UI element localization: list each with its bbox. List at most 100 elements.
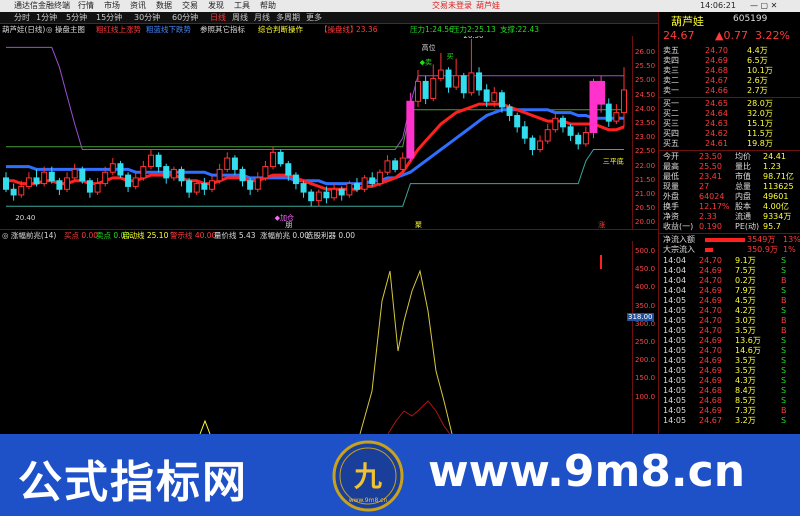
menu-item-5[interactable]: 发现	[208, 0, 224, 12]
indicator-chart[interactable]	[0, 241, 658, 434]
tick-price: 24.70	[699, 276, 722, 285]
period-tab-3[interactable]: 15分钟	[96, 12, 122, 24]
divider	[659, 233, 800, 234]
stat-value: 23.41	[699, 172, 722, 181]
legend-item-3: 粗蓝线下跌势	[146, 25, 191, 34]
tick-price: 24.70	[699, 256, 722, 265]
quote-row: 14:05 24.69 13.6万 S	[659, 336, 800, 346]
high-label: 26.50	[463, 36, 483, 40]
clock: 14:06:21	[700, 1, 736, 10]
menu-item-7[interactable]: 帮助	[260, 0, 276, 12]
red-indicator-line	[387, 400, 451, 434]
window-controls[interactable]: — ▢ ✕	[750, 0, 777, 12]
login-status[interactable]: 交易未登录	[432, 0, 472, 12]
period-tab-0[interactable]: 分时	[14, 12, 30, 24]
period-tab-1[interactable]: 1分钟	[36, 12, 57, 24]
period-tab-9[interactable]: 多周期	[276, 12, 300, 24]
price-change: ▲0.77	[715, 29, 748, 42]
quote-row: 14:05 24.70 14.6万 S	[659, 346, 800, 356]
menu-item-1[interactable]: 市场	[104, 0, 120, 12]
candle	[529, 135, 536, 156]
candle	[64, 172, 71, 193]
candle	[247, 177, 254, 195]
candle	[582, 126, 589, 147]
quote-row: 最低 23.41 市值 98.71亿	[659, 172, 800, 182]
quote-row: 14:04 24.70 0.2万 B	[659, 276, 800, 286]
stat-label: 总量	[735, 182, 751, 191]
candle	[178, 166, 185, 187]
ask-volume: 2.7万	[747, 86, 768, 95]
period-tab-4[interactable]: 30分钟	[134, 12, 160, 24]
tick-volume: 4.3万	[735, 376, 756, 385]
yellow-indicator-left	[199, 419, 211, 434]
tick-direction: B	[781, 406, 787, 415]
tick-price: 24.68	[699, 396, 722, 405]
candle	[79, 166, 86, 184]
tick-price: 24.67	[699, 416, 722, 425]
bottom-marker-0: 朋	[285, 221, 292, 229]
legend-item-5: 综合判断操作	[258, 25, 303, 34]
bid-volume: 19.8万	[747, 139, 773, 148]
kline-chart[interactable]: 26.5020.40高位◆卖买◆加仓三平底朋聚涨	[0, 36, 658, 229]
price-tick-6: 23.00	[635, 133, 656, 141]
price-tick-2: 25.00	[635, 76, 656, 84]
tick-direction: S	[781, 346, 787, 355]
candle	[216, 163, 223, 184]
tick-price: 24.69	[699, 406, 722, 415]
menu-item-4[interactable]: 交易	[182, 0, 198, 12]
period-tab-8[interactable]: 月线	[254, 12, 270, 24]
candle	[224, 152, 231, 173]
candle	[125, 172, 132, 193]
indicator-legend: ◎ 涨幅前兆(14) 买点 0.00 卖点 0.00 启动线 25.10 警示线 40.…	[0, 229, 658, 241]
period-tab-6[interactable]: 日线	[210, 12, 226, 24]
tick-volume: 7.5万	[735, 266, 756, 275]
purple-band-line	[6, 46, 624, 150]
menu-item-0[interactable]: 行情	[78, 0, 94, 12]
candle	[460, 72, 467, 99]
ask-price: 24.68	[705, 66, 728, 75]
flow-bar	[705, 238, 745, 242]
menu-item-2[interactable]: 资讯	[130, 0, 146, 12]
tick-volume: 8.4万	[735, 386, 756, 395]
quote-row: 14:05 24.69 4.5万 B	[659, 296, 800, 306]
period-tab-2[interactable]: 5分钟	[66, 12, 87, 24]
tick-time: 14:05	[663, 416, 687, 425]
quote-row: 14:05 24.69 7.3万 B	[659, 406, 800, 416]
tick-direction: S	[781, 336, 787, 345]
ind-tick-5: 250.0	[635, 338, 656, 346]
price-tick-9: 21.50	[635, 176, 656, 184]
ask-volume: 6.5万	[747, 56, 768, 65]
quote-row: 换手 12.17% 股本 4.00亿	[659, 202, 800, 212]
candle	[399, 152, 406, 173]
price-tick-3: 24.50	[635, 91, 656, 99]
flow-value: 3549万	[747, 235, 776, 244]
tick-direction: B	[781, 316, 787, 325]
menu-item-3[interactable]: 数据	[156, 0, 172, 12]
menu-item-6[interactable]: 工具	[234, 0, 250, 12]
stat-label: 股本	[735, 202, 751, 211]
period-tab-10[interactable]: 更多	[306, 12, 322, 24]
quote-row: 14:05 24.68 8.4万 S	[659, 386, 800, 396]
teal-band-line	[6, 149, 624, 207]
period-tab-5[interactable]: 60分钟	[172, 12, 198, 24]
stat-value: 113625	[763, 182, 794, 191]
candle	[132, 172, 139, 190]
stat-value: 12.17%	[699, 202, 730, 211]
tick-direction: S	[781, 286, 787, 295]
candle	[147, 149, 154, 170]
bid-price: 24.62	[705, 129, 728, 138]
quote-row: 现量 27 总量 113625	[659, 182, 800, 192]
logo-icon: 九 www.9m8.cn	[332, 440, 404, 512]
ind-tick-7: 150.0	[635, 374, 656, 382]
period-tab-7[interactable]: 周线	[232, 12, 248, 24]
candle	[575, 132, 582, 150]
stat-value: 95.7	[763, 222, 781, 231]
stat-label: 市值	[735, 172, 751, 181]
tick-volume: 7.9万	[735, 286, 756, 295]
indicator-axis: 500.0 450.0 400.0 350.0 300.0 250.0 200.0 150.0…	[627, 241, 658, 434]
candle	[33, 169, 40, 187]
quote-row: 14:04 24.69 7.5万 S	[659, 266, 800, 276]
divider	[659, 97, 800, 98]
sell-label: ◆卖	[420, 58, 432, 66]
stat-label: 现量	[663, 182, 679, 191]
